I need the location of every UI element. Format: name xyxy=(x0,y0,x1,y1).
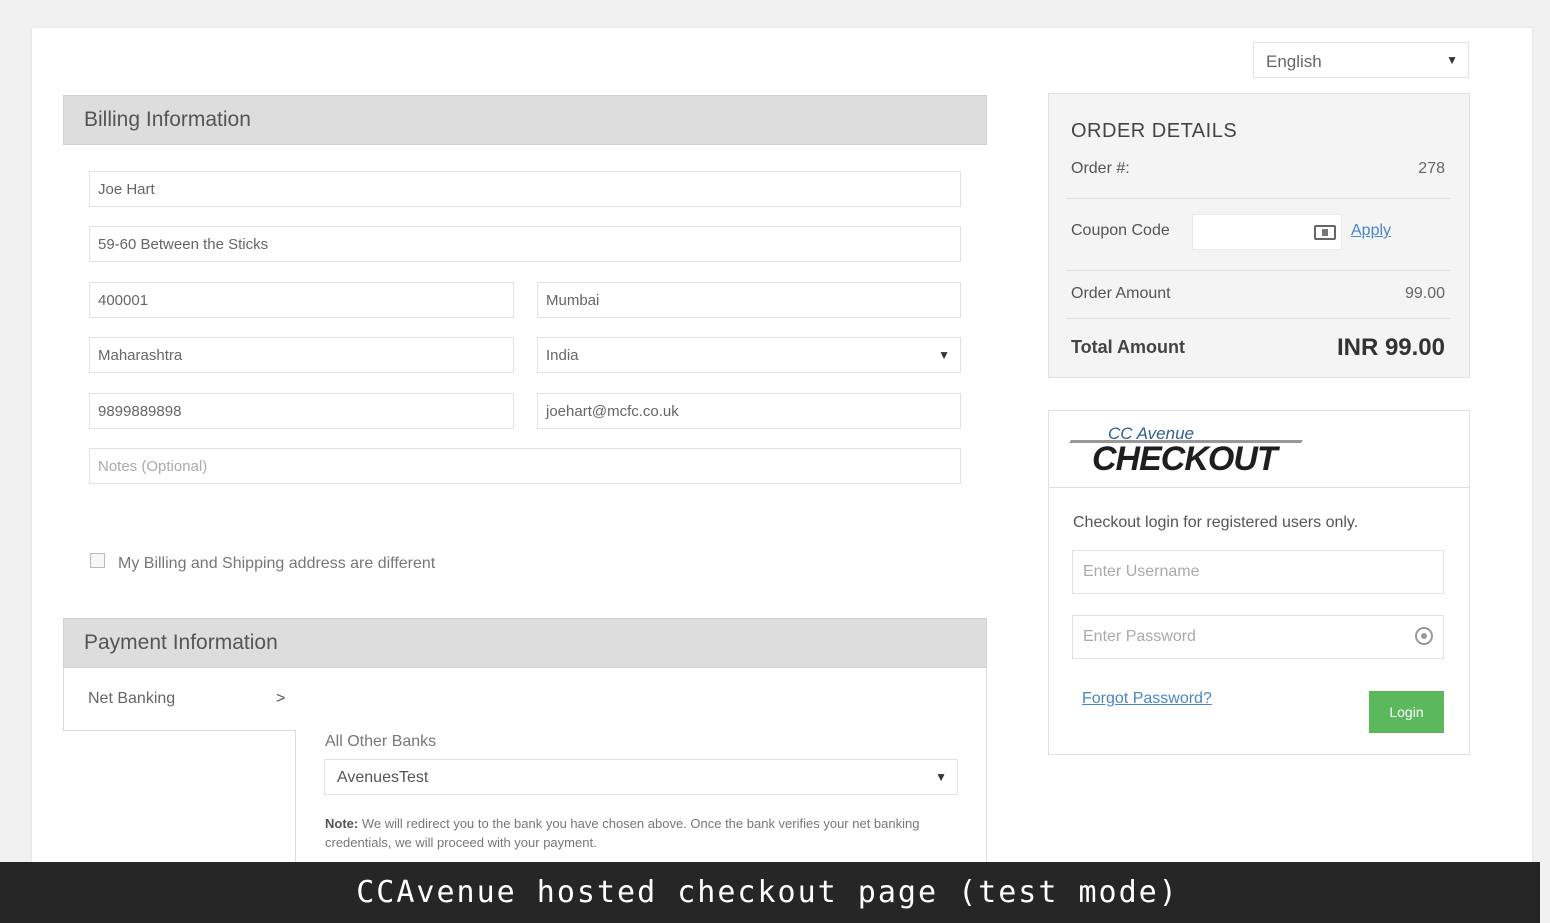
total-amount-label: Total Amount xyxy=(1071,337,1185,357)
different-address-checkbox[interactable] xyxy=(90,553,105,568)
zip-field[interactable]: 400001 xyxy=(89,282,514,318)
divider xyxy=(1049,487,1469,488)
order-amount-label: Order Amount xyxy=(1071,285,1171,302)
divider xyxy=(1066,198,1450,199)
country-select-value: India xyxy=(546,347,579,364)
payment-section-title: Payment Information xyxy=(84,631,278,654)
note-text: We will redirect you to the bank you hav… xyxy=(325,816,920,850)
coupon-label: Coupon Code xyxy=(1071,222,1170,239)
password-input[interactable]: Enter Password xyxy=(1072,615,1444,659)
state-field[interactable]: Maharashtra xyxy=(89,337,514,373)
billing-section-header: Billing Information xyxy=(63,95,987,145)
redirect-note: Note: We will redirect you to the bank y… xyxy=(325,814,925,852)
login-button[interactable]: Login xyxy=(1369,691,1444,733)
different-address-label: My Billing and Shipping address are diff… xyxy=(118,555,436,572)
bank-label: All Other Banks xyxy=(325,733,437,750)
caret-down-icon: ▼ xyxy=(935,770,947,784)
order-details-title: ORDER DETAILS xyxy=(1071,120,1238,142)
apply-coupon-link[interactable]: Apply xyxy=(1351,222,1391,240)
payment-section-header: Payment Information xyxy=(63,618,987,668)
order-amount-value: 99.00 xyxy=(1404,285,1445,302)
tab-net-banking[interactable]: Net Banking xyxy=(88,690,175,708)
caret-down-icon: ▼ xyxy=(1446,53,1458,67)
order-number-value: 278 xyxy=(1418,160,1445,177)
order-number-label: Order #: xyxy=(1071,160,1130,177)
note-label: Note: xyxy=(325,816,359,831)
billing-section-title: Billing Information xyxy=(84,108,251,131)
coupon-icon xyxy=(1314,225,1336,240)
bank-select[interactable]: AvenuesTest ▼ xyxy=(324,759,958,795)
divider xyxy=(1066,270,1450,271)
language-select[interactable]: English ▼ xyxy=(1253,42,1469,78)
payment-tabs-list xyxy=(63,730,296,870)
city-field[interactable]: Mumbai xyxy=(537,282,961,318)
address-field[interactable]: 59-60 Between the Sticks xyxy=(89,226,961,262)
login-note: Checkout login for registered users only… xyxy=(1073,514,1359,531)
show-password-icon[interactable] xyxy=(1415,627,1433,645)
phone-field[interactable]: 9899889898 xyxy=(89,393,514,429)
username-input[interactable]: Enter Username xyxy=(1072,550,1444,594)
chevron-right-icon: > xyxy=(276,690,286,707)
notes-field[interactable]: Notes (Optional) xyxy=(89,448,961,484)
ccavenue-checkout-logo: CHECKOUT xyxy=(1092,440,1278,478)
language-select-value: English xyxy=(1266,52,1322,71)
caret-down-icon: ▼ xyxy=(938,348,950,362)
email-field[interactable]: joehart@mcfc.co.uk xyxy=(537,393,961,429)
country-select[interactable]: India ▼ xyxy=(537,337,961,373)
divider xyxy=(1066,318,1450,319)
bank-select-value: AvenuesTest xyxy=(337,769,429,786)
forgot-password-link[interactable]: Forgot Password? xyxy=(1082,690,1212,708)
caption-text: CCAvenue hosted checkout page (test mode… xyxy=(356,875,1179,910)
name-field[interactable]: Joe Hart xyxy=(89,171,961,207)
total-amount-value: INR 99.00 xyxy=(1336,334,1445,361)
